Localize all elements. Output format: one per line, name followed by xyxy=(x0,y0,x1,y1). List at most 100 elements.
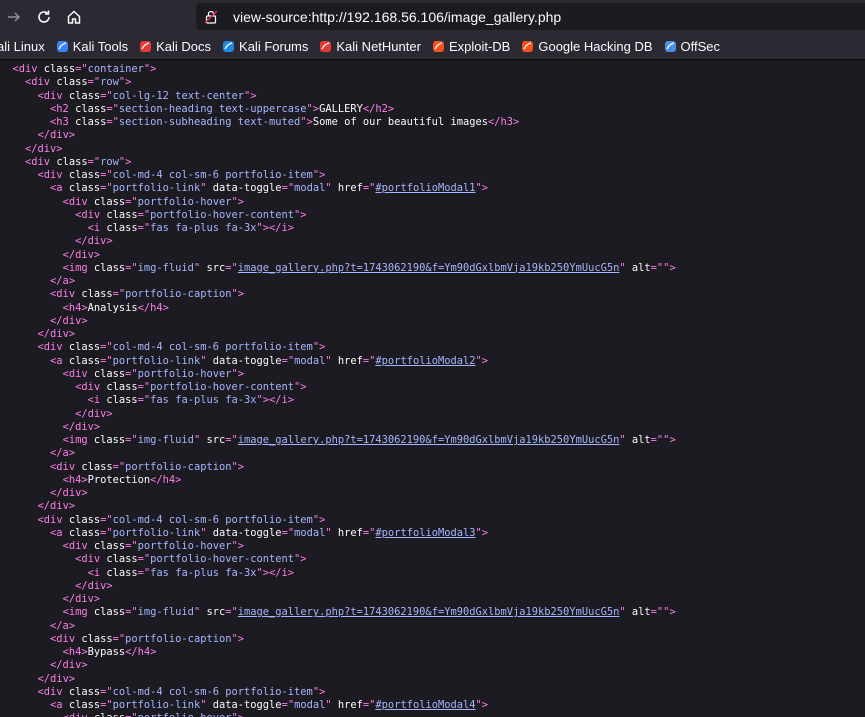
source-token xyxy=(0,421,63,433)
bookmark-ghdb[interactable]: Google Hacking DB xyxy=(521,39,653,54)
home-icon[interactable] xyxy=(60,3,88,31)
source-token xyxy=(0,394,88,406)
source-token: class xyxy=(93,195,126,208)
lock-icon[interactable] xyxy=(204,10,218,24)
source-token: =" xyxy=(281,699,295,711)
source-line: <i class="fas fa-plus fa-3x"></i> xyxy=(0,567,676,580)
source-token xyxy=(0,474,63,486)
source-link[interactable]: #portfolioModal1 xyxy=(375,182,475,194)
bookmark-exploit-db[interactable]: Exploit-DB xyxy=(432,39,510,54)
source-token xyxy=(0,487,50,499)
bookmark-kali[interactable]: ali Linux xyxy=(0,39,45,54)
source-token: data-toggle xyxy=(212,526,282,539)
source-line: <div class="portfolio-caption"> xyxy=(0,633,676,646)
source-token: class xyxy=(81,460,113,473)
source-line: </div> xyxy=(0,593,676,606)
source-token xyxy=(0,447,50,459)
source-token xyxy=(0,156,25,168)
source-token: class xyxy=(106,394,138,407)
source-code: <div class="container"> <div class="row"… xyxy=(0,63,676,717)
source-token: =""> xyxy=(650,606,676,619)
source-token: href xyxy=(337,699,363,711)
source-token: class xyxy=(75,102,107,115)
source-token: =" xyxy=(112,460,126,473)
source-token: container xyxy=(87,63,144,75)
url-text[interactable]: view-source:http://192.168.56.106/image_… xyxy=(233,9,561,25)
source-token xyxy=(0,262,63,274)
source-link[interactable]: image_gallery.php?t=1743062190&f=Ym90dGx… xyxy=(238,434,620,446)
source-token: "> xyxy=(475,526,489,539)
bookmark-label: Kali Forums xyxy=(239,39,309,54)
source-token: href xyxy=(337,354,363,367)
bookmark-offsec[interactable]: OffSec xyxy=(664,39,720,54)
source-token: " xyxy=(619,261,632,274)
source-token: <div xyxy=(50,288,82,301)
source-token: </h3> xyxy=(487,116,520,128)
source-token: <h4> xyxy=(62,301,88,314)
source-line: <a class="portfolio-link" data-toggle="m… xyxy=(0,182,676,195)
source-token xyxy=(0,209,75,221)
source-token: "> xyxy=(231,195,244,208)
source-line: <h2 class="section-heading text-uppercas… xyxy=(0,103,676,116)
source-token: =" xyxy=(100,182,113,195)
bookmark-nethunter[interactable]: Kali NetHunter xyxy=(319,39,421,54)
source-token: href xyxy=(337,526,363,539)
source-token: modal xyxy=(294,354,326,367)
arrow-right-icon[interactable] xyxy=(0,3,28,31)
source-token: <h4> xyxy=(62,473,88,486)
source-link[interactable]: #portfolioModal4 xyxy=(375,699,475,711)
source-token: <div xyxy=(50,632,82,645)
source-token: =" xyxy=(106,116,119,128)
source-token: class xyxy=(68,526,101,539)
source-link[interactable]: #portfolioModal3 xyxy=(375,527,475,539)
source-token: </div> xyxy=(50,314,88,327)
source-line: <a class="portfolio-link" data-toggle="m… xyxy=(0,699,676,712)
source-token: class xyxy=(68,89,101,102)
source-token: =" xyxy=(281,526,295,539)
source-token: =" xyxy=(125,606,138,619)
source-token: class xyxy=(75,116,107,128)
source-line: </div> xyxy=(0,659,676,672)
source-token xyxy=(0,328,38,340)
source-token: =" xyxy=(125,367,138,380)
source-token: portfolio-hover xyxy=(137,540,232,552)
source-token: class xyxy=(43,63,76,75)
source-token: alt xyxy=(631,606,651,619)
reload-icon[interactable] xyxy=(30,3,58,31)
source-token: row xyxy=(100,76,119,89)
source-link[interactable]: image_gallery.php?t=1743062190&f=Ym90dGx… xyxy=(238,606,620,618)
source-token: " xyxy=(200,699,213,711)
bookmarks-toolbar: ali Linux Kali Tools Kali Docs Kali Forums K… xyxy=(0,34,865,60)
source-token xyxy=(0,633,50,645)
source-token: "> xyxy=(475,699,489,711)
source-token: =" xyxy=(112,632,126,645)
source-token xyxy=(0,606,63,618)
source-link[interactable]: image_gallery.php?t=1743062190&f=Ym90dGx… xyxy=(238,262,620,274)
source-token: </div> xyxy=(25,142,63,155)
source-token: "> xyxy=(294,381,307,393)
source-token: portfolio-hover-content xyxy=(150,381,295,393)
bookmark-kali-forums[interactable]: Kali Forums xyxy=(222,39,308,54)
source-token: "> xyxy=(312,341,326,354)
source-token: " xyxy=(619,606,632,619)
source-token xyxy=(0,103,50,115)
source-token: row xyxy=(100,155,119,168)
source-token: =" xyxy=(106,102,119,115)
source-token: <div xyxy=(75,381,107,393)
source-link[interactable]: #portfolioModal2 xyxy=(375,355,475,367)
source-token xyxy=(0,182,50,194)
source-line: <div class="portfolio-caption"> xyxy=(0,288,676,301)
bookmark-kali-tools[interactable]: Kali Tools xyxy=(56,39,128,54)
source-token: class xyxy=(106,222,138,234)
url-bar[interactable]: view-source:http://192.168.56.106/image_… xyxy=(196,3,865,30)
source-token: class xyxy=(106,208,138,221)
source-token: Bypass xyxy=(87,646,126,658)
nethunter-icon xyxy=(319,40,332,53)
source-token: =" xyxy=(137,394,151,407)
source-token: "></i> xyxy=(256,566,295,579)
bookmark-kali-docs[interactable]: Kali Docs xyxy=(139,39,211,54)
source-token: <a xyxy=(50,354,69,367)
source-token: <h4> xyxy=(62,646,88,658)
source-token xyxy=(0,659,50,671)
source-token: class xyxy=(68,182,101,195)
